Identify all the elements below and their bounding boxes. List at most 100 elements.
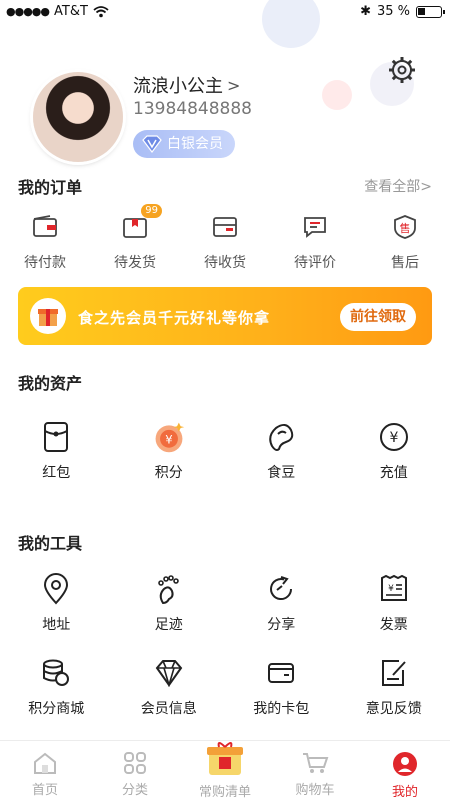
svg-text:¥: ¥	[389, 430, 398, 446]
tool-address[interactable]: 地址	[0, 572, 113, 634]
battery-label: 35 %	[376, 4, 410, 19]
order-status-row: 待付款 99 待发货 待收货 待评价 售 售后	[0, 204, 450, 272]
tab-shopping-list[interactable]: 常购清单	[180, 741, 270, 800]
tab-label: 购物车	[295, 783, 335, 798]
tab-cart[interactable]: 购物车	[270, 741, 360, 800]
tab-category[interactable]: 分类	[90, 741, 180, 800]
share-icon	[270, 576, 293, 601]
bluetooth-icon: ✱	[360, 4, 371, 19]
username-link[interactable]: 流浪小公主 >	[133, 72, 240, 98]
order-label: 待评价	[294, 255, 336, 271]
tool-invoice[interactable]: ¥ 发票	[338, 572, 450, 634]
after-sale-icon: 售	[394, 215, 416, 239]
tools-title: 我的工具	[18, 534, 83, 553]
orders-title: 我的订单	[18, 178, 83, 197]
tool-label: 分享	[267, 617, 296, 633]
tool-points-mall[interactable]: 积分商城	[0, 656, 113, 718]
red-envelope-icon	[44, 422, 69, 452]
phone-number: 13984848888	[133, 99, 252, 119]
avatar[interactable]	[33, 72, 123, 162]
tools-row-2: 积分商城 会员信息 我的卡包 意见反馈	[0, 656, 450, 718]
feedback-icon	[381, 660, 406, 686]
asset-recharge[interactable]: ¥ 充值	[338, 420, 450, 482]
tool-feedback[interactable]: 意见反馈	[338, 656, 450, 718]
comment-icon	[304, 217, 326, 238]
shopping-list-icon	[207, 742, 243, 775]
tool-footprint[interactable]: 足迹	[113, 572, 226, 634]
svg-text:¥: ¥	[388, 584, 394, 594]
assets-row: 红包 ¥ 积分 食豆 ¥ 充值	[0, 420, 450, 482]
view-all-label: 查看全部	[364, 179, 421, 195]
svg-text:¥: ¥	[165, 432, 172, 446]
chevron-right-icon: >	[227, 75, 241, 95]
tool-label: 意见反馈	[365, 701, 422, 717]
card-wallet-icon	[268, 663, 295, 683]
tool-label: 足迹	[154, 617, 183, 633]
order-label: 待收货	[204, 255, 246, 271]
tab-label: 常购清单	[198, 785, 251, 800]
points-coin-icon: ¥	[155, 422, 184, 453]
asset-label: 充值	[379, 465, 408, 481]
order-label: 待发货	[114, 255, 156, 271]
tool-share[interactable]: 分享	[225, 572, 338, 634]
battery-icon	[416, 5, 445, 18]
decor-bubble	[322, 80, 352, 110]
assets-title: 我的资产	[18, 374, 83, 393]
view-all-orders-link[interactable]: 查看全部>	[364, 176, 432, 196]
tools-row-1: 地址 足迹 分享 ¥ 发票	[0, 572, 450, 634]
order-pending-shipment[interactable]: 99 待发货	[90, 204, 180, 272]
tool-member-info[interactable]: 会员信息	[113, 656, 226, 718]
cart-icon	[303, 753, 329, 773]
tab-home[interactable]: 首页	[0, 741, 90, 800]
tool-label: 会员信息	[140, 701, 197, 717]
chevron-right-icon: >	[420, 179, 432, 195]
tool-label: 积分商城	[28, 701, 85, 717]
claim-button[interactable]: 前往领取	[340, 303, 416, 331]
status-bar: ●●●●● AT&T ✱ 35 %	[0, 0, 450, 24]
carrier-label: AT&T	[54, 4, 88, 19]
invoice-icon: ¥	[380, 574, 407, 601]
diamond-icon	[155, 660, 183, 687]
member-level-text: 白银会员	[167, 136, 223, 152]
svg-text:售: 售	[400, 221, 411, 235]
recharge-icon: ¥	[379, 423, 408, 451]
order-label: 售后	[391, 255, 419, 271]
diamond-badge-icon	[142, 135, 162, 153]
asset-label: 红包	[42, 465, 71, 481]
member-level-badge[interactable]: 白银会员	[133, 130, 235, 158]
bean-icon	[269, 424, 294, 451]
tab-label: 分类	[121, 783, 148, 798]
asset-red-envelope[interactable]: 红包	[0, 420, 113, 482]
asset-label: 积分	[154, 465, 183, 481]
tab-label: 我的	[391, 785, 418, 800]
settings-gear-icon[interactable]	[386, 54, 418, 86]
location-icon	[44, 573, 69, 605]
package-icon	[123, 218, 147, 238]
asset-label: 食豆	[267, 465, 296, 481]
tab-profile[interactable]: 我的	[360, 741, 450, 800]
order-label: 待付款	[24, 255, 66, 271]
tool-card-wallet[interactable]: 我的卡包	[225, 656, 338, 718]
order-pending-payment[interactable]: 待付款	[0, 210, 90, 272]
home-icon	[34, 752, 56, 774]
profile-page: ●●●●● AT&T ✱ 35 % 流浪小公主 > 13984848888 白银…	[0, 0, 450, 800]
order-after-sale[interactable]: 售 售后	[360, 210, 450, 272]
tab-label: 首页	[31, 783, 58, 798]
asset-points[interactable]: ¥ 积分	[113, 420, 226, 482]
member-promo-banner[interactable]: 食之先会员千元好礼等你拿 前往领取	[18, 287, 432, 345]
coin-stack-icon	[43, 659, 70, 686]
banner-text: 食之先会员千元好礼等你拿	[78, 309, 271, 327]
bottom-tab-bar: 首页 分类 常购清单 购物车 我的	[0, 740, 450, 800]
footprint-icon	[157, 575, 179, 605]
order-pending-review[interactable]: 待评价	[270, 210, 360, 272]
order-count-badge: 99	[141, 204, 162, 218]
asset-beans[interactable]: 食豆	[225, 420, 338, 482]
category-icon	[124, 752, 146, 774]
order-pending-receipt[interactable]: 待收货	[180, 210, 270, 272]
tool-label: 我的卡包	[253, 701, 310, 717]
box-icon	[213, 217, 237, 237]
username-text: 流浪小公主	[133, 76, 223, 97]
signal-icon: ●●●●●	[6, 5, 50, 18]
profile-icon	[393, 752, 417, 776]
wallet-icon	[33, 215, 57, 237]
